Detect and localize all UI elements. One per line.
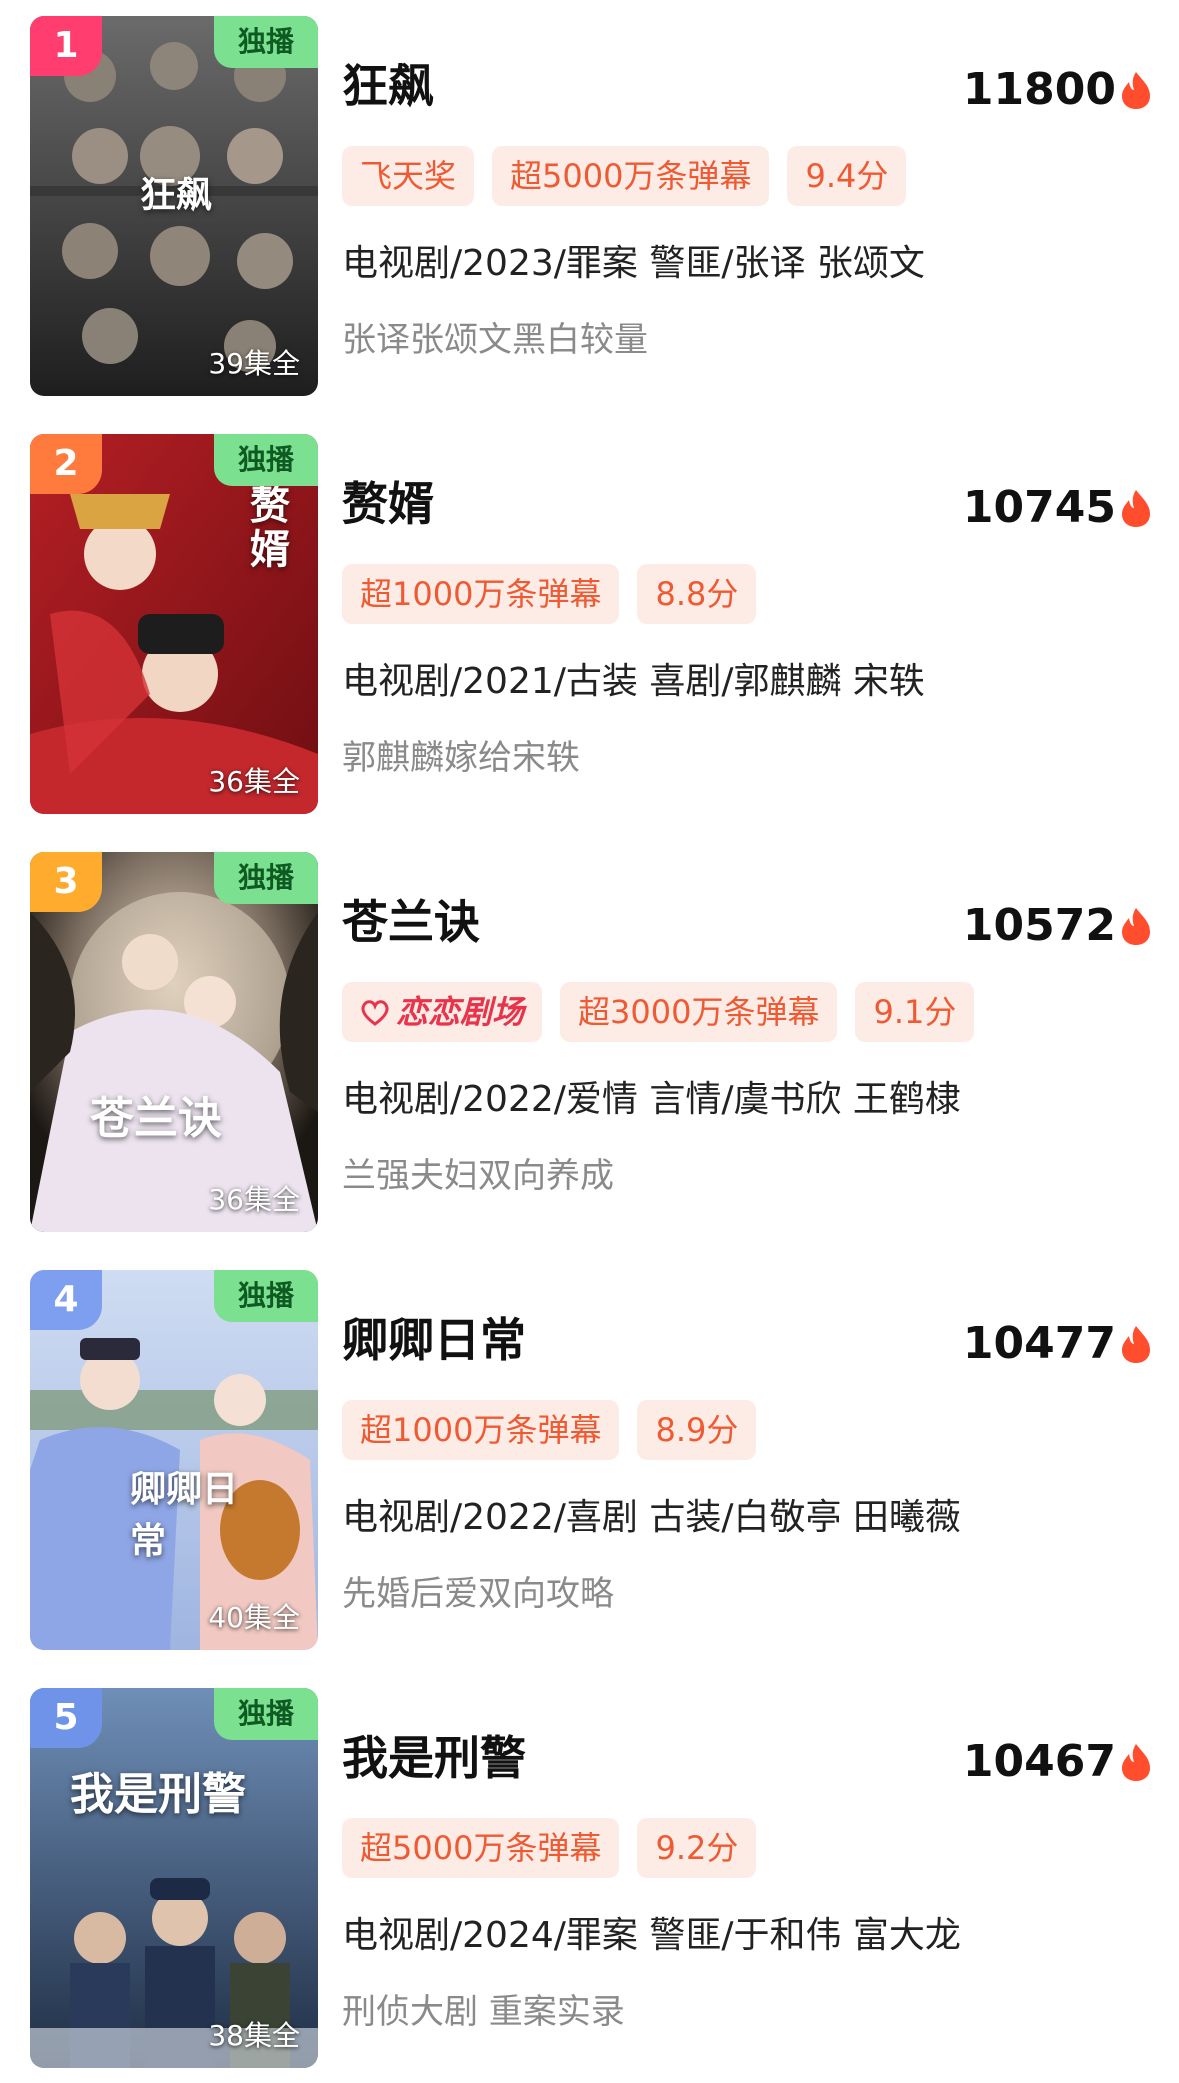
tag-row: 恋恋剧场 超3000万条弹幕 9.1分	[342, 982, 975, 1042]
flame-icon	[1122, 489, 1150, 527]
list-item[interactable]: 卿卿日常 4 独播 40集全 卿卿日常 10477 超1000万条弹幕 8.9分…	[0, 1254, 1179, 1672]
heat-score: 11800	[963, 64, 1152, 115]
score-tag: 8.8分	[637, 564, 757, 624]
tag-row: 超1000万条弹幕 8.9分	[342, 1400, 757, 1460]
poster-title: 苍兰诀	[90, 1093, 222, 1144]
poster-title: 赘婿	[250, 482, 290, 573]
list-item[interactable]: 赘婿 2 独播 36集全 赘婿 10745 超1000万条弹幕 8.8分 电视剧…	[0, 418, 1179, 836]
poster[interactable]: 我是刑警 5 独播 38集全	[30, 1688, 318, 2068]
rank-badge: 1	[30, 16, 102, 76]
heat-value: 10467	[962, 1736, 1116, 1787]
description: 兰强夫妇双向养成	[342, 1156, 614, 1196]
heart-logo-icon	[361, 1000, 389, 1026]
episode-count: 36集全	[208, 1183, 300, 1216]
poster-title: 狂飙	[140, 174, 213, 216]
description: 先婚后爱双向攻略	[342, 1574, 614, 1614]
theater-logo-text: 恋恋剧场	[396, 993, 525, 1031]
meta-info: 电视剧/2021/古装 喜剧/郭麒麟 宋轶	[342, 661, 925, 702]
description: 张译张颂文黑白较量	[342, 320, 648, 360]
score-tag: 9.2分	[637, 1818, 757, 1878]
flame-icon	[1122, 1743, 1150, 1781]
exclusive-badge: 独播	[214, 852, 318, 904]
item-info: 苍兰诀 10572 恋恋剧场 超3000万条弹幕 9.1分 电视剧/2022/爱…	[342, 852, 1152, 1232]
show-title[interactable]: 苍兰诀	[342, 886, 480, 952]
episode-count: 38集全	[208, 2019, 300, 2052]
poster-title: 卿卿日常	[130, 1468, 239, 1562]
poster[interactable]: 卿卿日常 4 独播 40集全	[30, 1270, 318, 1650]
poster-title: 我是刑警	[70, 1769, 246, 1820]
exclusive-badge: 独播	[214, 16, 318, 68]
score-tag: 9.4分	[787, 146, 907, 206]
flame-icon	[1122, 1325, 1150, 1363]
rank-badge: 2	[30, 434, 102, 494]
meta-info: 电视剧/2022/喜剧 古装/白敬亭 田曦薇	[342, 1497, 961, 1538]
poster[interactable]: 苍兰诀 3 独播 36集全	[30, 852, 318, 1232]
episode-count: 39集全	[208, 347, 300, 380]
exclusive-badge: 独播	[214, 1270, 318, 1322]
heat-score: 10467	[963, 1736, 1152, 1787]
item-info: 卿卿日常 10477 超1000万条弹幕 8.9分 电视剧/2022/喜剧 古装…	[342, 1270, 1152, 1650]
flame-icon	[1122, 907, 1150, 945]
danmaku-tag: 超5000万条弹幕	[492, 146, 770, 206]
rank-badge: 4	[30, 1270, 102, 1330]
heat-score: 10745	[963, 482, 1152, 533]
description: 郭麒麟嫁给宋轶	[342, 738, 580, 778]
danmaku-tag: 超1000万条弹幕	[342, 564, 620, 624]
poster[interactable]: 赘婿 2 独播 36集全	[30, 434, 318, 814]
episode-count: 40集全	[208, 1601, 300, 1634]
meta-info: 电视剧/2022/爱情 言情/虞书欣 王鹤棣	[342, 1079, 961, 1120]
show-title[interactable]: 我是刑警	[342, 1722, 526, 1788]
tag-row: 飞天奖 超5000万条弹幕 9.4分	[342, 146, 907, 206]
score-tag: 8.9分	[637, 1400, 757, 1460]
exclusive-badge: 独播	[214, 434, 318, 486]
episode-count: 36集全	[208, 765, 300, 798]
show-title[interactable]: 卿卿日常	[342, 1304, 526, 1370]
heat-value: 10477	[962, 1318, 1116, 1369]
rank-badge: 3	[30, 852, 102, 912]
tag-row: 超5000万条弹幕 9.2分	[342, 1818, 757, 1878]
item-info: 狂飙 11800 飞天奖 超5000万条弹幕 9.4分 电视剧/2023/罪案 …	[342, 16, 1152, 396]
award-tag: 飞天奖	[342, 146, 475, 206]
item-info: 我是刑警 10467 超5000万条弹幕 9.2分 电视剧/2024/罪案 警匪…	[342, 1688, 1152, 2068]
heat-value: 11800	[962, 64, 1116, 115]
heat-score: 10477	[963, 1318, 1152, 1369]
show-title[interactable]: 赘婿	[342, 468, 434, 534]
heat-score: 10572	[963, 900, 1152, 951]
danmaku-tag: 超3000万条弹幕	[560, 982, 838, 1042]
list-item[interactable]: 苍兰诀 3 独播 36集全 苍兰诀 10572 恋恋剧场 超3000万条弹幕 9…	[0, 836, 1179, 1254]
item-info: 赘婿 10745 超1000万条弹幕 8.8分 电视剧/2021/古装 喜剧/郭…	[342, 434, 1152, 814]
flame-icon	[1122, 71, 1150, 109]
poster[interactable]: 狂飙 1 独播 39集全	[30, 16, 318, 396]
show-title[interactable]: 狂飙	[342, 50, 434, 116]
danmaku-tag: 超1000万条弹幕	[342, 1400, 620, 1460]
heat-value: 10572	[962, 900, 1116, 951]
rank-badge: 5	[30, 1688, 102, 1748]
exclusive-badge: 独播	[214, 1688, 318, 1740]
heat-value: 10745	[962, 482, 1116, 533]
description: 刑侦大剧 重案实录	[342, 1992, 625, 2032]
theater-logo-tag: 恋恋剧场	[342, 982, 543, 1042]
tag-row: 超1000万条弹幕 8.8分	[342, 564, 757, 624]
list-item[interactable]: 狂飙 1 独播 39集全 狂飙 11800 飞天奖 超5000万条弹幕 9.4分…	[0, 0, 1179, 418]
list-item[interactable]: 我是刑警 5 独播 38集全 我是刑警 10467 超5000万条弹幕 9.2分…	[0, 1672, 1179, 2083]
danmaku-tag: 超5000万条弹幕	[342, 1818, 620, 1878]
meta-info: 电视剧/2024/罪案 警匪/于和伟 富大龙	[342, 1915, 961, 1956]
score-tag: 9.1分	[855, 982, 975, 1042]
meta-info: 电视剧/2023/罪案 警匪/张译 张颂文	[342, 243, 925, 284]
